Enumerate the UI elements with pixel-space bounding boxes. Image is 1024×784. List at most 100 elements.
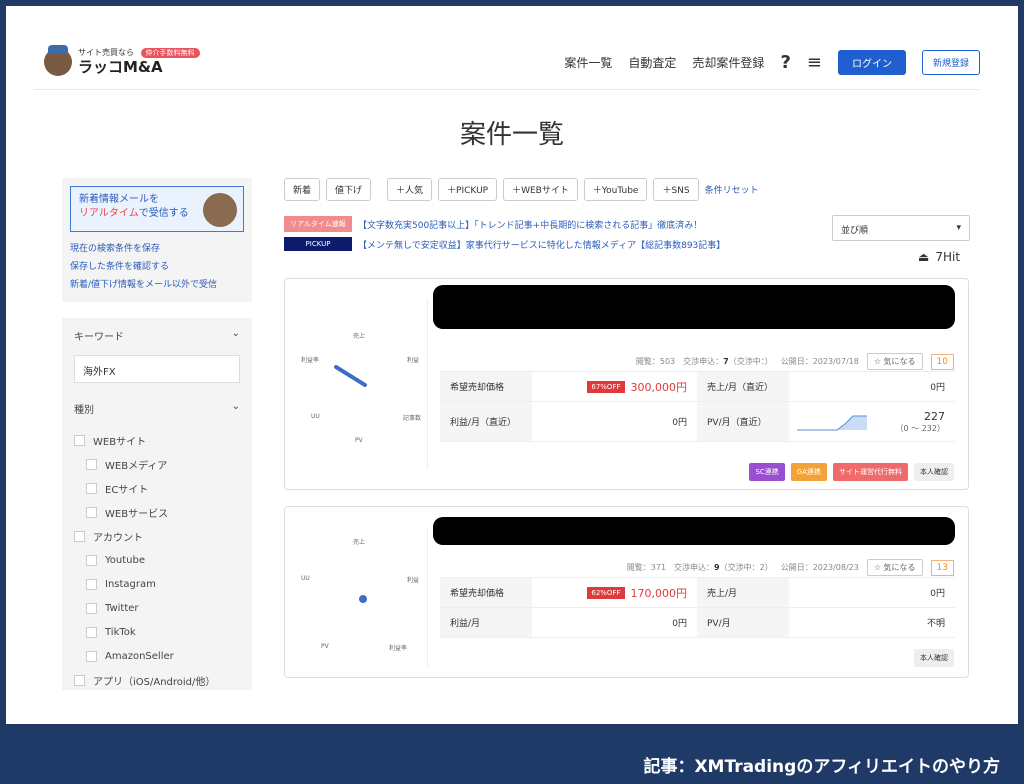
saved-conditions-link[interactable]: 保存した条件を確認する [70,258,244,276]
sort-select[interactable]: 並び順 ▾ [832,215,970,241]
site-operation-badge: サイト運営代行無料 [833,463,908,481]
category-item[interactable]: アカウント [74,524,240,548]
radar-label: UU [301,575,310,582]
category-item[interactable]: WEBサイト [74,428,240,452]
register-button[interactable]: 新規登録 [921,50,980,75]
category-item[interactable]: Instagram [74,572,240,596]
stats-row: 利益/月（直近） 0円 PV/月（直近） 227 （0 〜 232） [440,402,955,442]
category-item[interactable]: アプリ（iOS/Android/他） [74,668,240,690]
save-search-link[interactable]: 現在の検索条件を保存 [70,240,244,258]
category-label: Youtube [105,554,145,566]
price-value: 300,000円 [630,380,688,394]
category-item[interactable]: ECサイト [74,476,240,500]
sales-label: 売上/月（直近） [697,372,789,401]
published: 公開日：2023/07/18 [780,357,859,366]
category-item[interactable]: WEBサービス [74,500,240,524]
sc-badge: SC連携 [749,463,785,481]
help-icon[interactable]: ? [780,52,790,73]
notice-pickup[interactable]: PICKUP 【メンテ無しで安定収益】家事代行サービスに特化した情報メディア【総… [284,237,725,251]
radar-label: 利益 [407,577,420,584]
caret-down-icon: ▾ [956,223,961,233]
download-icon[interactable]: ⏏ [918,250,929,264]
other-notify-link[interactable]: 新着/値下げ情報をメール以外で受信 [70,276,244,294]
category-checkbox[interactable] [86,602,97,614]
category-section-header[interactable]: 種別 ⌄ [74,401,240,416]
category-item[interactable]: TikTok [74,620,240,644]
price-value: 170,000円 [630,586,688,600]
identity-badge: 本人確認 [914,463,954,481]
category-checkbox[interactable] [86,626,97,638]
category-checkbox[interactable] [86,554,97,566]
card-meta: 閲覧：371 交渉申込：9（交渉中：2） 公開日：2023/08/23 ☆ 気に… [627,559,954,576]
nav-register-listing[interactable]: 売却案件登録 [692,54,764,71]
pv-label: PV/月（直近） [697,402,789,441]
category-checkbox[interactable] [74,674,85,686]
realtime-mail-banner[interactable]: 新着情報メールを リアルタイムで受信する [70,186,244,232]
keyword-section-header[interactable]: キーワード ⌄ [74,328,240,343]
mail-banner-line2: で受信する [138,208,189,219]
reset-link[interactable]: 条件リセット [705,183,759,196]
category-item[interactable]: Youtube [74,548,240,572]
nav-auto-appraisal[interactable]: 自動査定 [628,54,676,71]
chip-new[interactable]: 新着 [284,178,321,201]
nav-listings[interactable]: 案件一覧 [564,54,612,71]
profit-label: 利益/月 [440,608,532,637]
hamburger-menu-icon[interactable]: ≡ [807,52,822,73]
radar-label: 売上 [353,539,366,546]
category-label: アカウント [93,532,143,544]
site-logo[interactable]: サイト売買なら 仲介手数料無料 ラッコM&A [44,45,200,76]
category-checkbox[interactable] [86,650,97,662]
category-checkbox[interactable] [86,578,97,590]
chip-price-drop[interactable]: 値下げ [326,178,372,201]
notice-realtime[interactable]: リアルタイム速報 【文字数充実500記事以上】「トレンド記事+中長期的に検索され… [284,216,702,232]
chip-website[interactable]: ＋WEBサイト [503,178,578,201]
notice-tag: PICKUP [284,237,352,251]
category-checkbox[interactable] [86,506,97,518]
category-label: AmazonSeller [105,650,174,662]
category-item[interactable]: Twitter [74,596,240,620]
chip-pickup[interactable]: ＋PICKUP [438,178,498,201]
chip-sns[interactable]: ＋SNS [653,178,699,201]
price-label: 希望売却価格 [440,578,532,607]
pv-range: （0 〜 232） [895,423,945,433]
notice-text: 【文字数充実500記事以上】「トレンド記事+中長期的に検索される記事」徹底済み！ [358,220,703,231]
card-badges: 本人確認 [914,649,954,667]
category-item[interactable]: AmazonSeller [74,644,240,668]
profit-value: 0円 [672,619,687,629]
category-checkbox[interactable] [86,458,97,470]
favorite-button[interactable]: ☆ 気になる [866,559,923,576]
pv-value: 227 [924,409,945,423]
favorite-button[interactable]: ☆ 気になる [866,353,923,370]
nego-note: （交渉中：2） [719,563,773,572]
chevron-down-icon: ⌄ [231,328,240,339]
login-button[interactable]: ログイン [837,50,906,75]
pv-value: 不明 [926,619,945,629]
chip-popular[interactable]: ＋人気 [387,178,433,201]
sidebar-notification-panel: 新着情報メールを リアルタイムで受信する 現在の検索条件を保存 保存した条件を確… [62,178,252,302]
radar-label: 売上 [353,333,366,340]
listing-stats: 希望売却価格 67%OFF 300,000円 売上/月（直近） 0円 利益/月（直… [440,371,955,442]
notice-text: 【メンテ無しで安定収益】家事代行サービスに特化した情報メディア【総記事数893記… [358,240,726,251]
category-checkbox[interactable] [86,482,97,494]
views: 閲覧：371 [626,563,667,572]
stats-row: 利益/月 0円 PV/月 不明 [440,608,955,638]
listing-card[interactable]: 売上 利益 利益率 PV UU 記事数 閲覧：503 交渉申込：7（交渉中：） … [284,278,969,490]
category-checkbox[interactable] [74,434,85,446]
chip-youtube[interactable]: ＋YouTube [583,178,648,201]
category-label: Instagram [105,578,156,590]
listing-card[interactable]: 売上 利益 UU PV 利益率 閲覧：371 交渉申込：9（交渉中：2） 公開日… [284,506,969,678]
category-checkbox[interactable] [74,530,85,542]
star-icon: ☆ [873,563,881,572]
logo-name: ラッコM&A [78,58,163,76]
page-title: 案件一覧 [459,120,564,150]
category-label: WEBメディア [105,460,168,472]
article-caption: 記事：XMTradingのアフィリエイトのやり方 [643,757,1000,777]
keyword-input[interactable]: 海外FX [74,355,240,383]
page-frame: サイト売買なら 仲介手数料無料 ラッコM&A 案件一覧 自動査定 売却案件登録 … [6,6,1018,724]
radar-shape [334,365,367,387]
radar-label: PV [321,643,329,650]
category-item[interactable]: WEBメディア [74,452,240,476]
keyword-label: キーワード [74,332,124,343]
star-icon: ☆ [873,357,881,366]
nego-note: （交渉中：） [728,357,773,366]
